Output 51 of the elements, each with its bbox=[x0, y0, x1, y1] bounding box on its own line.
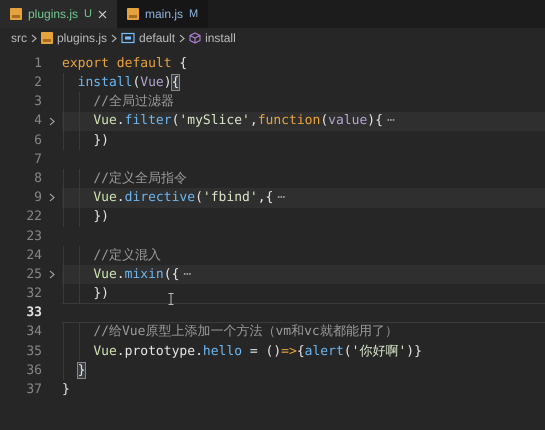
chevron-right-icon bbox=[111, 34, 118, 42]
line-number: 36 bbox=[25, 362, 42, 380]
code-line: install(Vue){ bbox=[76, 74, 180, 92]
code-line: }) bbox=[92, 208, 109, 226]
close-icon[interactable] bbox=[98, 10, 107, 18]
line-number: 25 bbox=[25, 266, 42, 284]
line-number: 24 bbox=[25, 246, 42, 265]
line-number: 34 bbox=[25, 323, 42, 342]
line-number: 9 bbox=[33, 189, 42, 208]
chevron-right-icon bbox=[179, 34, 186, 42]
text-cursor-icon bbox=[168, 293, 174, 305]
code-line: } bbox=[62, 381, 70, 400]
line-number: 4 bbox=[33, 112, 42, 130]
code-line: Vue.prototype.hello = ()=>{alert('你好啊')} bbox=[92, 342, 422, 361]
code-line: //全局过滤器 bbox=[92, 93, 174, 112]
line-number: 1 bbox=[33, 54, 42, 73]
line-number: 33 bbox=[25, 304, 42, 322]
breadcrumb-item[interactable]: install bbox=[205, 29, 236, 47]
code-line: //定义混入 bbox=[92, 246, 161, 265]
code-line: //给Vue原型上添加一个方法（vm和vc就都能用了） bbox=[92, 323, 398, 342]
line-number: 22 bbox=[25, 208, 42, 226]
line-number: 37 bbox=[25, 381, 42, 400]
line-number: 35 bbox=[25, 342, 42, 361]
js-file-icon bbox=[10, 8, 22, 20]
line-number: 6 bbox=[33, 132, 42, 150]
editor-tab[interactable]: plugins.js U bbox=[0, 0, 117, 28]
code-line: Vue.mixin({ ⋯ bbox=[92, 266, 192, 284]
variable-icon bbox=[121, 32, 136, 44]
code-line: export default { bbox=[62, 54, 188, 73]
line-number: 3 bbox=[33, 93, 42, 112]
breadcrumb-item[interactable]: src bbox=[11, 29, 27, 47]
js-file-icon bbox=[41, 32, 53, 44]
line-number: 7 bbox=[33, 150, 42, 169]
chevron-right-icon[interactable] bbox=[49, 193, 55, 202]
breadcrumb-item[interactable]: plugins.js bbox=[57, 29, 108, 47]
code-line: //定义全局指令 bbox=[92, 170, 187, 188]
code-line: }) bbox=[92, 132, 109, 150]
chevron-right-icon[interactable] bbox=[49, 116, 55, 126]
chevron-right-icon bbox=[31, 34, 37, 42]
code-line: Vue.filter('mySlice',function(value){ ⋯ bbox=[92, 112, 395, 130]
line-number: 2 bbox=[33, 74, 42, 92]
line-number: 8 bbox=[33, 170, 42, 188]
line-number: 32 bbox=[25, 285, 42, 304]
chevron-right-icon[interactable] bbox=[49, 270, 55, 280]
cube-icon bbox=[189, 32, 202, 44]
editor-tab[interactable]: main.js M bbox=[116, 0, 208, 28]
code-line: }) bbox=[92, 285, 109, 304]
line-number: 23 bbox=[25, 228, 42, 246]
code-line: Vue.directive('fbind',{ ⋯ bbox=[92, 189, 286, 208]
js-file-icon bbox=[126, 8, 139, 20]
breadcrumb-item[interactable]: default bbox=[139, 29, 176, 47]
